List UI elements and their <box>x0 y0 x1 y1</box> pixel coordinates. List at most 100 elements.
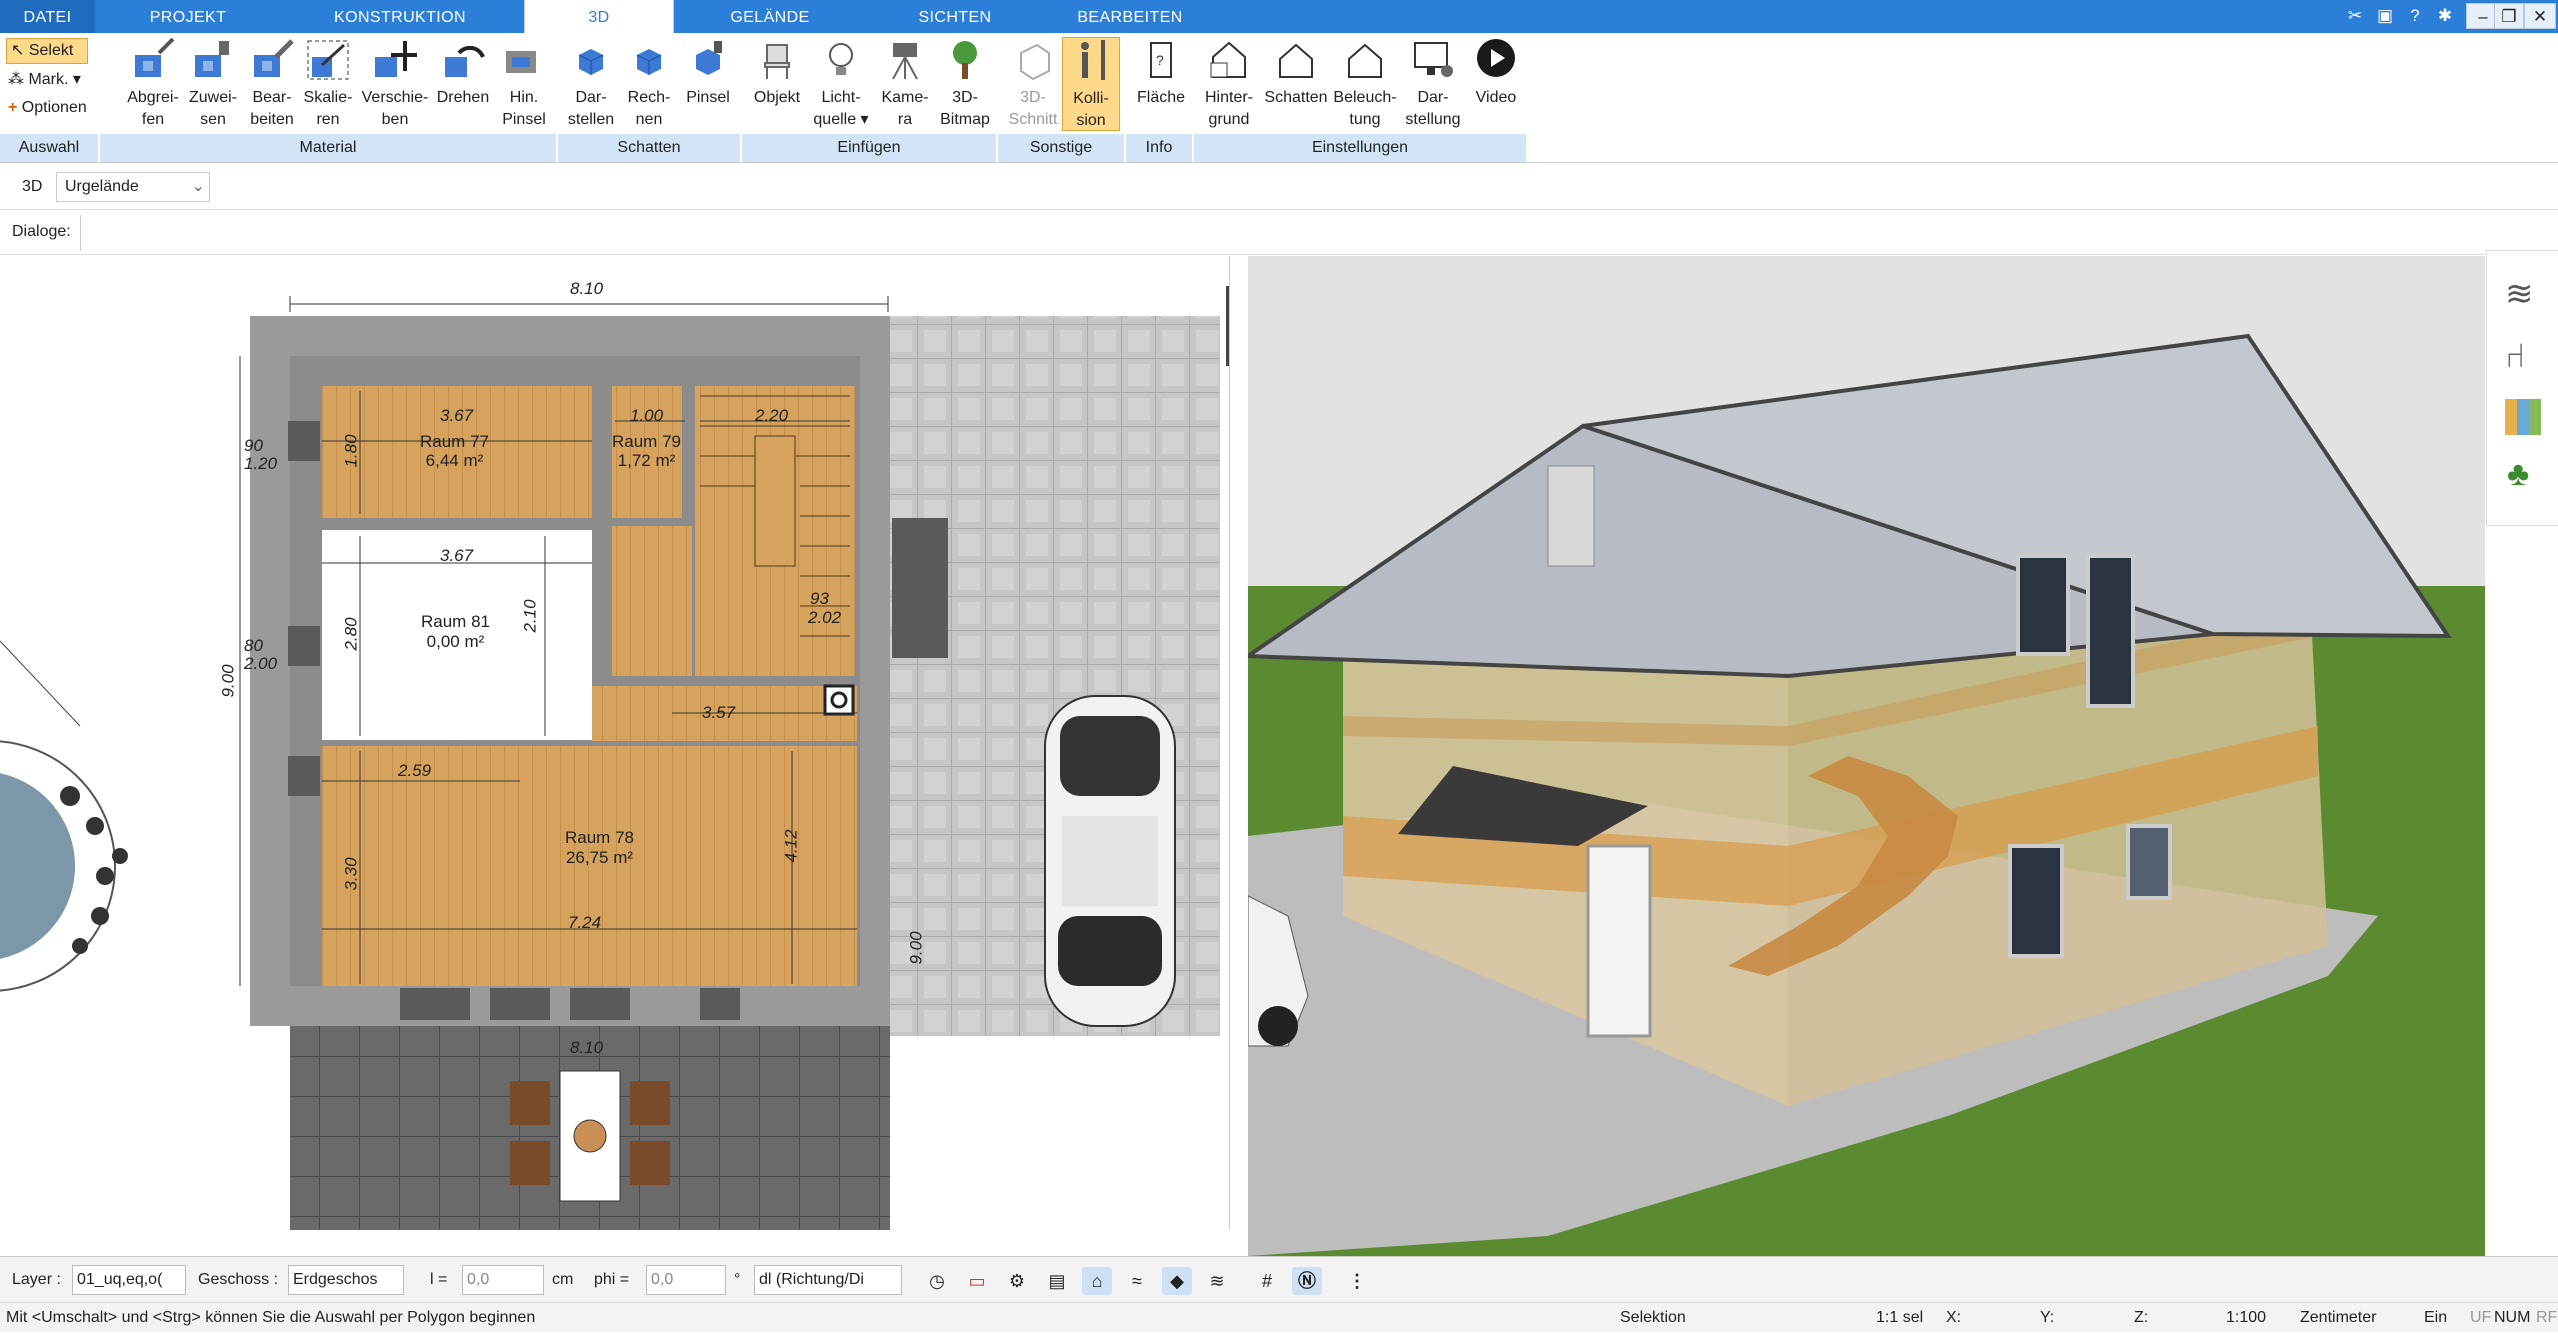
dim-r81w: 3.67 <box>440 546 474 565</box>
ribbon: ↖ Selekt ⁂ Mark. ▾ + Optionen Abgrei-fen… <box>0 33 2558 163</box>
label: Kame- <box>881 89 929 106</box>
schatten-pinsel-button[interactable]: Pinsel <box>678 37 738 109</box>
layers-icon[interactable]: ≋ <box>2505 277 2534 311</box>
dl-select[interactable]: dl (Richtung/Di <box>754 1265 902 1295</box>
phi-label: phi = <box>594 1271 630 1288</box>
lichtquelle-button[interactable]: Licht-quelle ▾ <box>808 37 874 131</box>
tab-konstruktion[interactable]: KONSTRUKTION <box>310 0 490 33</box>
dl-value: dl (Richtung/Di <box>759 1271 864 1288</box>
move-icon <box>375 41 417 77</box>
layer-select[interactable]: 01_uq,eq,o( <box>72 1265 186 1295</box>
dim-90: 90 <box>244 436 263 455</box>
beleuchtung-button[interactable]: Beleuch-tung <box>1330 37 1400 131</box>
label: Video <box>1475 89 1517 106</box>
floor-plan-canvas <box>0 286 1230 1230</box>
optionen-button[interactable]: + Optionen <box>8 97 87 119</box>
grid-icon[interactable]: # <box>1252 1267 1282 1295</box>
label: Rech- <box>627 89 671 106</box>
restore-button[interactable]: ❐ <box>2494 3 2524 29</box>
l-value: 0,0 <box>467 1271 490 1288</box>
tab-datei[interactable]: DATEI <box>0 0 95 33</box>
room-name: Raum 77 <box>420 432 489 451</box>
objekt-button[interactable]: Objekt <box>744 37 810 109</box>
divider <box>80 215 81 251</box>
tab-sichten[interactable]: SICHTEN <box>885 0 1025 33</box>
material-palette-icon[interactable] <box>2505 399 2541 435</box>
background-icon <box>1210 41 1246 78</box>
chair-icon[interactable]: ⑁ <box>2505 339 2525 373</box>
room-area: 6,44 m² <box>425 451 484 470</box>
verschieben-button[interactable]: Verschie-ben <box>355 37 435 131</box>
dim-202: 2.02 <box>808 608 842 627</box>
group-einstellungen: Einstellungen <box>1194 134 1528 162</box>
floor-view-icon[interactable]: ◆ <box>1162 1267 1192 1295</box>
mark-button[interactable]: ⁂ Mark. ▾ <box>8 69 81 91</box>
tab-projekt[interactable]: PROJEKT <box>118 0 258 33</box>
roof-view-icon[interactable]: ⌂ <box>1082 1267 1112 1295</box>
mode-label: 3D <box>22 178 43 195</box>
hintergrund-button[interactable]: Hinter-grund <box>1196 37 1262 131</box>
site-line <box>0 640 81 727</box>
screen-icon[interactable]: ▭ <box>962 1267 992 1295</box>
kamera-button[interactable]: Kame-ra <box>872 37 938 131</box>
render-icon[interactable]: ⚙ <box>1002 1267 1032 1295</box>
label: ra <box>897 111 913 128</box>
tab-3d[interactable]: 3D <box>524 0 674 33</box>
selekt-button[interactable]: ↖ Selekt <box>6 38 88 64</box>
more-options-icon[interactable]: ⋮ <box>1342 1267 1372 1295</box>
collision-person-icon <box>1081 40 1105 80</box>
clock-icon[interactable]: ◷ <box>922 1267 952 1295</box>
schnitt-3d-button[interactable]: 3D- Schnitt <box>1000 37 1066 131</box>
car-top-view <box>1044 695 1176 1027</box>
group-schatten: Schatten <box>558 134 742 162</box>
palette-icon[interactable]: ✱ <box>2433 4 2457 28</box>
label: nen <box>635 111 663 128</box>
label: Zuwei- <box>188 89 237 106</box>
section-icon <box>1020 43 1050 81</box>
darstellung-button[interactable]: Dar-stellung <box>1398 37 1468 131</box>
bearbeiten-button[interactable]: Bear-beiten <box>241 37 303 131</box>
wave-icon[interactable]: ≋ <box>1202 1267 1232 1295</box>
vertical-scrollbar[interactable] <box>1226 286 1230 366</box>
dim-93: 93 <box>810 589 829 608</box>
help-icon[interactable]: ? <box>2403 4 2427 28</box>
window-icon[interactable]: ▣ <box>2373 4 2397 28</box>
drehen-button[interactable]: Drehen <box>430 37 496 109</box>
close-button[interactable]: ✕ <box>2524 3 2556 29</box>
flaeche-button[interactable]: ? Fläche <box>1130 37 1192 109</box>
dim-r78w: 2.59 <box>398 761 432 780</box>
tab-gelaende[interactable]: GELÄNDE <box>700 0 840 33</box>
video-button[interactable]: Video <box>1464 37 1528 109</box>
texture-icon[interactable]: ≈ <box>1122 1267 1152 1295</box>
phi-input[interactable]: 0,0 <box>646 1265 726 1295</box>
3d-view[interactable] <box>1248 256 2485 1256</box>
compute-cube-icon <box>636 49 662 75</box>
room-area: 0,00 m² <box>426 632 485 651</box>
geschoss-select[interactable]: Erdgeschos <box>288 1265 404 1295</box>
einst-schatten-button[interactable]: Schatten <box>1258 37 1334 109</box>
area-icon: ? <box>1150 42 1172 78</box>
schatten-rechnen-button[interactable]: Rech-nen <box>618 37 680 131</box>
pipette-icon <box>135 37 175 77</box>
terrain-select[interactable]: Urgelände ⌄ <box>56 172 210 202</box>
kollision-button[interactable]: Kolli-sion <box>1062 37 1120 131</box>
hin-pinsel-button[interactable]: Hin. Pinsel <box>494 37 554 131</box>
schatten-darstellen-button[interactable]: Dar-stellen <box>560 37 622 131</box>
bitmap-3d-button[interactable]: 3D- Bitmap <box>932 37 998 131</box>
tools-icon[interactable]: ✂ <box>2343 4 2367 28</box>
north-icon[interactable]: Ⓝ <box>1292 1267 1322 1295</box>
layers-stack-icon[interactable]: ▤ <box>1042 1267 1072 1295</box>
floor-plan-view[interactable]: 8.10 9.00 3.67 3.67 2.59 7.24 3.57 2.20 … <box>0 256 1230 1230</box>
room-77-label: Raum 77 6,44 m² <box>420 432 489 470</box>
house-shadow-icon <box>1279 43 1313 78</box>
room-area: 1,72 m² <box>617 451 676 470</box>
abgreifen-button[interactable]: Abgrei-fen <box>120 37 186 131</box>
skalieren-button[interactable]: Skalie-ren <box>296 37 360 131</box>
play-icon <box>1477 39 1515 77</box>
tab-bearbeiten[interactable]: BEARBEITEN <box>1050 0 1210 33</box>
l-input[interactable]: 0,0 <box>462 1265 544 1295</box>
label: Dar- <box>1417 89 1449 106</box>
status-ein: Ein <box>2424 1309 2448 1326</box>
tree-icon[interactable]: ♣ <box>2507 457 2529 491</box>
zuweisen-button[interactable]: Zuwei-sen <box>183 37 243 131</box>
